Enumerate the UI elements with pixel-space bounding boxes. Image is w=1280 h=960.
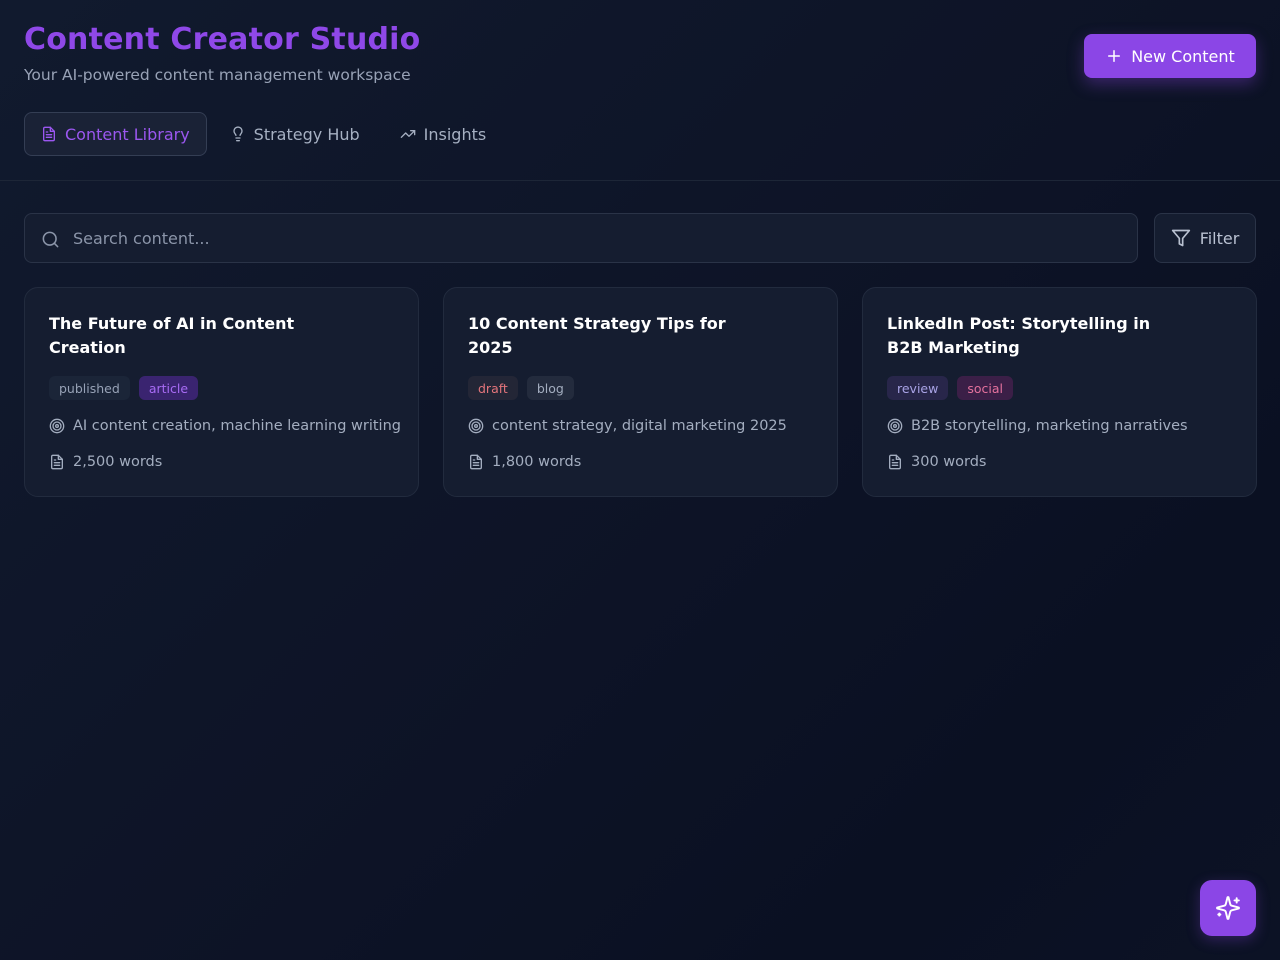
content-card[interactable]: The Future of AI in Content Creation pub…	[24, 287, 419, 497]
lightbulb-icon	[230, 126, 246, 142]
status-badge: draft	[468, 376, 518, 400]
new-content-button[interactable]: New Content	[1084, 34, 1256, 78]
sparkles-icon	[1215, 895, 1241, 921]
content-card[interactable]: LinkedIn Post: Storytelling in B2B Marke…	[862, 287, 1257, 497]
tab-label: Content Library	[65, 124, 190, 144]
target-icon	[468, 418, 484, 434]
new-content-button-label: New Content	[1131, 46, 1235, 66]
filter-button[interactable]: Filter	[1154, 213, 1256, 263]
keywords-text: AI content creation, machine learning wr…	[73, 418, 401, 434]
search-input[interactable]	[73, 214, 1123, 262]
document-icon	[468, 454, 484, 470]
word-count-text: 300 words	[911, 454, 987, 470]
tab-bar: Content Library Strategy Hub Insights	[24, 112, 503, 156]
word-count-text: 1,800 words	[492, 454, 582, 470]
card-word-count: 2,500 words	[49, 454, 162, 470]
card-keywords: AI content creation, machine learning wr…	[49, 418, 401, 434]
status-badge: published	[49, 376, 130, 400]
target-icon	[887, 418, 903, 434]
card-title: The Future of AI in Content Creation	[49, 314, 295, 357]
target-icon	[49, 418, 65, 434]
status-badge: review	[887, 376, 949, 400]
card-word-count: 1,800 words	[468, 454, 581, 470]
tab-label: Strategy Hub	[253, 124, 360, 144]
filter-button-label: Filter	[1199, 228, 1240, 248]
type-badge: article	[138, 376, 199, 400]
card-keywords: content strategy, digital marketing 2025	[468, 418, 787, 434]
trending-up-icon	[400, 126, 416, 142]
page-title: Content Creator Studio	[24, 22, 421, 57]
type-badge: blog	[526, 376, 574, 400]
content-toolbar: Filter	[24, 213, 1256, 263]
content-card[interactable]: 10 Content Strategy Tips for 2025 draft …	[443, 287, 838, 497]
document-icon	[41, 126, 57, 142]
document-icon	[887, 454, 903, 470]
tab-strategy-hub[interactable]: Strategy Hub	[213, 112, 377, 156]
page-header: Content Creator Studio Your AI-powered c…	[0, 0, 1280, 181]
card-title: LinkedIn Post: Storytelling in B2B Marke…	[887, 314, 1151, 357]
keywords-text: B2B storytelling, marketing narratives	[911, 418, 1188, 434]
card-title: 10 Content Strategy Tips for 2025	[468, 314, 726, 357]
search-box	[24, 213, 1138, 263]
type-badge: social	[957, 376, 1013, 400]
card-keywords: B2B storytelling, marketing narratives	[887, 418, 1188, 434]
tab-content-library[interactable]: Content Library	[24, 112, 207, 156]
word-count-text: 2,500 words	[73, 454, 163, 470]
tab-insights[interactable]: Insights	[383, 112, 504, 156]
card-word-count: 300 words	[887, 454, 986, 470]
content-card-grid: The Future of AI in Content Creation pub…	[24, 287, 1257, 497]
document-icon	[49, 454, 65, 470]
ai-assistant-button[interactable]	[1200, 880, 1256, 936]
keywords-text: content strategy, digital marketing 2025	[492, 418, 787, 434]
plus-icon	[1105, 47, 1123, 65]
tab-label: Insights	[423, 124, 487, 144]
filter-icon	[1171, 228, 1191, 248]
page-subtitle: Your AI-powered content management works…	[24, 66, 411, 84]
